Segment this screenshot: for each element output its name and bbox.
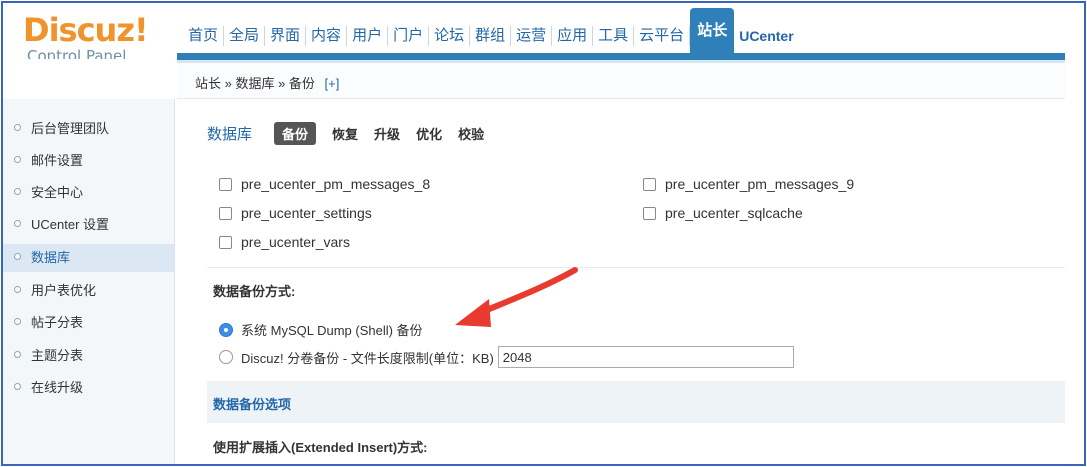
sidebar-item-post-split[interactable]: 帖子分表 <box>3 309 175 337</box>
main-content: 数据库 备份 恢复 升级 优化 校验 pre_ucenter_pm_messag… <box>177 100 1065 464</box>
method-multivol-label: Discuz! 分卷备份 - 文件长度限制(单位：KB) <box>241 350 494 366</box>
table-name: pre_ucenter_pm_messages_9 <box>665 176 855 192</box>
method-multivol-radio[interactable] <box>219 350 233 364</box>
bullet-icon <box>14 351 21 358</box>
nav-portal[interactable]: 门户 <box>388 26 430 46</box>
breadcrumb-bar: 站长 » 数据库 » 备份 [+] <box>177 63 1065 99</box>
nav-operations[interactable]: 运营 <box>511 26 553 46</box>
backup-options-title: 数据备份选项 <box>213 397 292 412</box>
top-navigation: 首页 全局 界面 内容 用户 门户 论坛 群组 运营 应用 工具 云平台 站长 … <box>183 8 799 54</box>
logo-area-fill <box>3 59 177 99</box>
sidebar-item-mail-settings[interactable]: 邮件设置 <box>3 147 175 175</box>
nav-home[interactable]: 首页 <box>183 26 225 46</box>
nav-tools[interactable]: 工具 <box>593 26 635 46</box>
breadcrumb-add-shortcut[interactable]: [+] <box>325 76 340 91</box>
sidebar-item-database[interactable]: 数据库 <box>3 244 175 272</box>
extended-insert-label: 使用扩展插入(Extended Insert)方式: <box>213 440 428 455</box>
bullet-icon <box>14 253 21 260</box>
table-name: pre_ucenter_settings <box>241 205 372 221</box>
nav-forum[interactable]: 论坛 <box>429 26 471 46</box>
method-shell-option[interactable]: 系统 MySQL Dump (Shell) 备份 <box>219 320 423 339</box>
bullet-icon <box>14 286 21 293</box>
table-name: pre_ucenter_sqlcache <box>665 205 803 221</box>
sidebar-item-label: 用户表优化 <box>31 283 97 298</box>
nav-apps[interactable]: 应用 <box>552 26 594 46</box>
table-option[interactable]: pre_ucenter_sqlcache <box>643 205 803 221</box>
sidebar-item-ucenter-settings[interactable]: UCenter 设置 <box>3 211 175 239</box>
sidebar-item-label: UCenter 设置 <box>31 217 110 232</box>
tab-verify[interactable]: 校验 <box>458 124 484 143</box>
tab-backup[interactable]: 备份 <box>274 122 317 145</box>
logo-title: Discuz! <box>23 11 149 49</box>
tab-restore[interactable]: 恢复 <box>332 124 358 143</box>
bullet-icon <box>14 124 21 131</box>
nav-global[interactable]: 全局 <box>224 26 266 46</box>
volume-size-input[interactable] <box>497 346 794 368</box>
method-shell-label: 系统 MySQL Dump (Shell) 备份 <box>241 323 423 338</box>
table-option[interactable]: pre_ucenter_vars <box>219 234 350 250</box>
sidebar-item-label: 主题分表 <box>31 348 84 363</box>
page-title: 数据库 <box>207 126 253 143</box>
bullet-icon <box>14 383 21 390</box>
sidebar-item-label: 数据库 <box>31 250 71 265</box>
nav-ucenter[interactable]: UCenter <box>734 26 798 46</box>
nav-webmaster[interactable]: 站长 <box>690 8 735 54</box>
table-name: pre_ucenter_pm_messages_8 <box>241 176 431 192</box>
header-accent-bar <box>177 53 1065 60</box>
breadcrumb: 站长 » 数据库 » 备份 [+] <box>195 73 339 92</box>
bullet-icon <box>14 188 21 195</box>
sidebar-item-label: 帖子分表 <box>31 315 84 330</box>
table-option[interactable]: pre_ucenter_pm_messages_8 <box>219 176 430 192</box>
sidebar-item-label: 在线升级 <box>31 380 84 395</box>
section-divider <box>207 267 1065 268</box>
tab-optimize[interactable]: 优化 <box>416 124 442 143</box>
sidebar-item-admin-team[interactable]: 后台管理团队 <box>3 115 175 143</box>
table-option[interactable]: pre_ucenter_pm_messages_9 <box>643 176 854 192</box>
method-multivol-option[interactable]: Discuz! 分卷备份 - 文件长度限制(单位：KB) <box>219 346 794 368</box>
table-name: pre_ucenter_vars <box>241 234 350 250</box>
table-option[interactable]: pre_ucenter_settings <box>219 205 372 221</box>
bullet-icon <box>14 318 21 325</box>
bullet-icon <box>14 156 21 163</box>
bullet-icon <box>14 220 21 227</box>
nav-groups[interactable]: 群组 <box>470 26 512 46</box>
subtabs: 数据库 备份 恢复 升级 优化 校验 <box>207 122 500 145</box>
sidebar: 后台管理团队 邮件设置 安全中心 UCenter 设置 数据库 用户表优化 帖子… <box>3 99 175 464</box>
tab-upgrade[interactable]: 升级 <box>374 124 400 143</box>
app-window: Discuz! Control Panel 首页 全局 界面 内容 用户 门户 … <box>1 1 1086 466</box>
logo: Discuz! Control Panel <box>23 13 173 65</box>
table-checkbox[interactable] <box>643 206 656 220</box>
method-shell-radio[interactable] <box>219 322 233 337</box>
backup-method-label: 数据备份方式: <box>213 284 296 299</box>
sidebar-item-thread-split[interactable]: 主题分表 <box>3 342 175 370</box>
sidebar-item-online-upgrade[interactable]: 在线升级 <box>3 374 175 402</box>
nav-users[interactable]: 用户 <box>347 26 389 46</box>
sidebar-item-label: 邮件设置 <box>31 153 84 168</box>
nav-cloud[interactable]: 云平台 <box>634 26 691 46</box>
sidebar-item-label: 安全中心 <box>31 185 84 200</box>
table-checkbox[interactable] <box>219 177 232 191</box>
sidebar-item-label: 后台管理团队 <box>31 121 110 136</box>
breadcrumb-text: 站长 » 数据库 » 备份 <box>195 76 315 91</box>
table-checkbox[interactable] <box>219 206 232 220</box>
header: Discuz! Control Panel 首页 全局 界面 内容 用户 门户 … <box>3 3 1084 65</box>
sidebar-item-security-center[interactable]: 安全中心 <box>3 179 175 207</box>
table-checkbox[interactable] <box>219 235 232 249</box>
nav-content[interactable]: 内容 <box>306 26 348 46</box>
backup-options-header: 数据备份选项 <box>207 381 1065 423</box>
sidebar-item-user-table-optimize[interactable]: 用户表优化 <box>3 277 175 305</box>
table-checkbox[interactable] <box>643 177 656 191</box>
nav-interface[interactable]: 界面 <box>265 26 307 46</box>
